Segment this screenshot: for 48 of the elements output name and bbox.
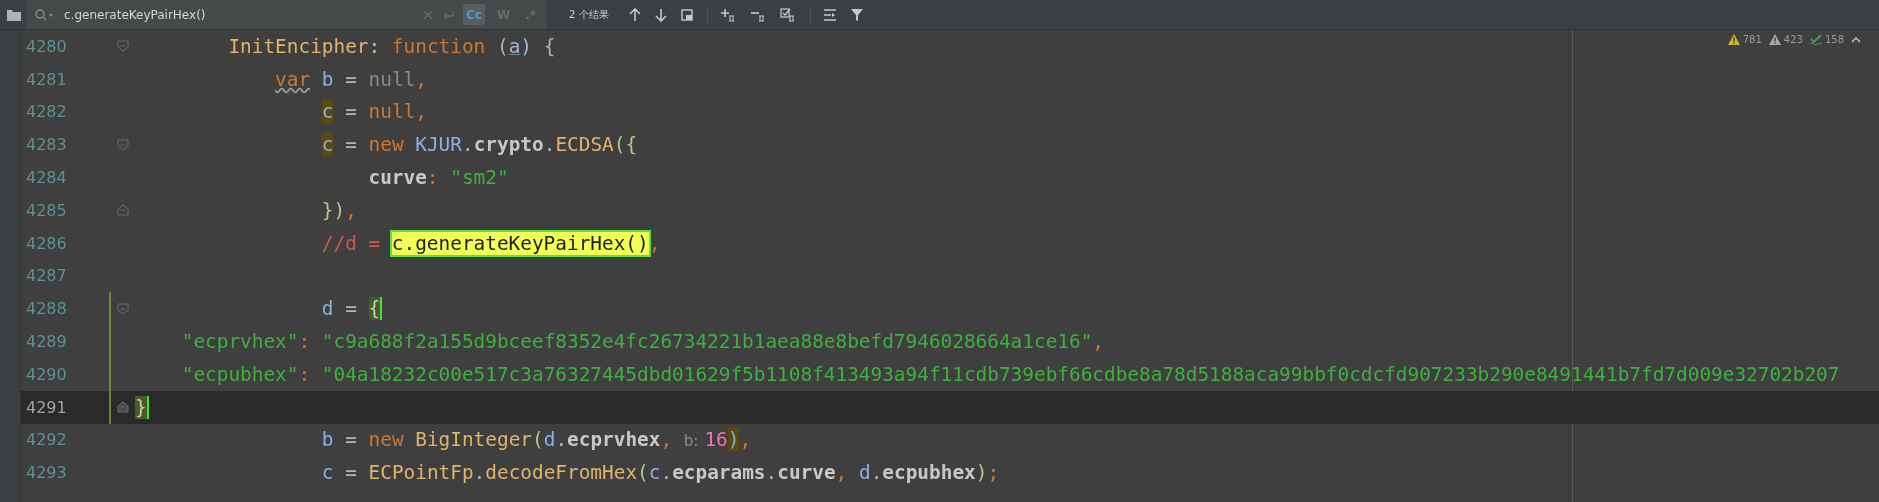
line-number: 4282 bbox=[25, 102, 68, 122]
line-number: 4286 bbox=[25, 233, 68, 253]
line-number: 4281 bbox=[25, 69, 68, 89]
line-number: 4285 bbox=[25, 200, 68, 220]
line-number: 4293 bbox=[25, 463, 68, 483]
search-icon bbox=[35, 8, 55, 21]
warning-count[interactable]: 423 bbox=[1768, 34, 1803, 45]
window-icon[interactable] bbox=[680, 8, 693, 21]
fold-marker-icon[interactable] bbox=[117, 40, 129, 53]
fold-marker-icon[interactable] bbox=[117, 401, 129, 414]
arrow-down-icon[interactable] bbox=[654, 7, 667, 22]
code-line: c = null, bbox=[320, 100, 427, 124]
select-all-icon[interactable] bbox=[779, 7, 796, 22]
fold-marker-icon[interactable] bbox=[117, 138, 129, 151]
code-line: curve: "sm2" bbox=[367, 166, 509, 190]
code-line: InitEncipher: function (a) { bbox=[227, 34, 556, 58]
line-number: 4288 bbox=[25, 299, 68, 319]
line-number: 4283 bbox=[25, 135, 68, 155]
code-line: "ecpubhex": "04a18232c00e517c3a76327445dbd01629f5b1108f413493a94f11cdb739ebf66cdbe8a78d5188aca99bbf0cdcfd907233b290e8491441b7fd7d009e32702b207 bbox=[180, 362, 1840, 386]
warning-icon bbox=[1768, 34, 1781, 45]
search-option-toggle[interactable]: Cc bbox=[463, 4, 485, 25]
line-number: 4280 bbox=[25, 36, 68, 56]
code-line: d = { bbox=[320, 297, 383, 321]
fold-marker-icon[interactable] bbox=[117, 204, 129, 217]
lines-icon[interactable] bbox=[822, 8, 837, 21]
line-number: 4290 bbox=[25, 364, 68, 384]
warning-icon bbox=[1727, 34, 1740, 45]
filter-icon[interactable] bbox=[850, 8, 863, 21]
code-line: c = new KJUR.crypto.ECDSA({ bbox=[320, 133, 638, 157]
result-count: 2 个结果 bbox=[569, 7, 609, 22]
code-line: var b = null, bbox=[274, 67, 427, 91]
warning-count[interactable]: 781 bbox=[1727, 34, 1762, 45]
caret-up-icon[interactable] bbox=[1851, 36, 1861, 43]
folder-icon[interactable] bbox=[7, 8, 21, 21]
line-number: 4292 bbox=[25, 430, 68, 450]
code-line: "ecprvhex": "c9a688f2a155d9bceef8352e4fc26734221b1aea88e8befd7946028664a1ce16", bbox=[180, 330, 1104, 354]
check-icon bbox=[1809, 34, 1822, 45]
typo-count[interactable]: 158 bbox=[1809, 34, 1844, 45]
line-number: 4291 bbox=[25, 397, 68, 417]
line-number: 4287 bbox=[25, 266, 68, 286]
fold-marker-icon[interactable] bbox=[117, 302, 129, 315]
line-number: 4284 bbox=[25, 168, 68, 188]
arrow-up-icon[interactable] bbox=[628, 7, 641, 22]
line-number: 4289 bbox=[25, 332, 68, 352]
code-line: }), bbox=[320, 198, 357, 222]
code-line: b = new BigInteger(d.ecprvhex, b: 16), bbox=[320, 428, 752, 452]
code-line: c = ECPointFp.decodeFromHex(c.ecparams.curve, d.ecpubhex); bbox=[320, 461, 1000, 485]
add-occurrence-icon[interactable] bbox=[719, 7, 736, 22]
